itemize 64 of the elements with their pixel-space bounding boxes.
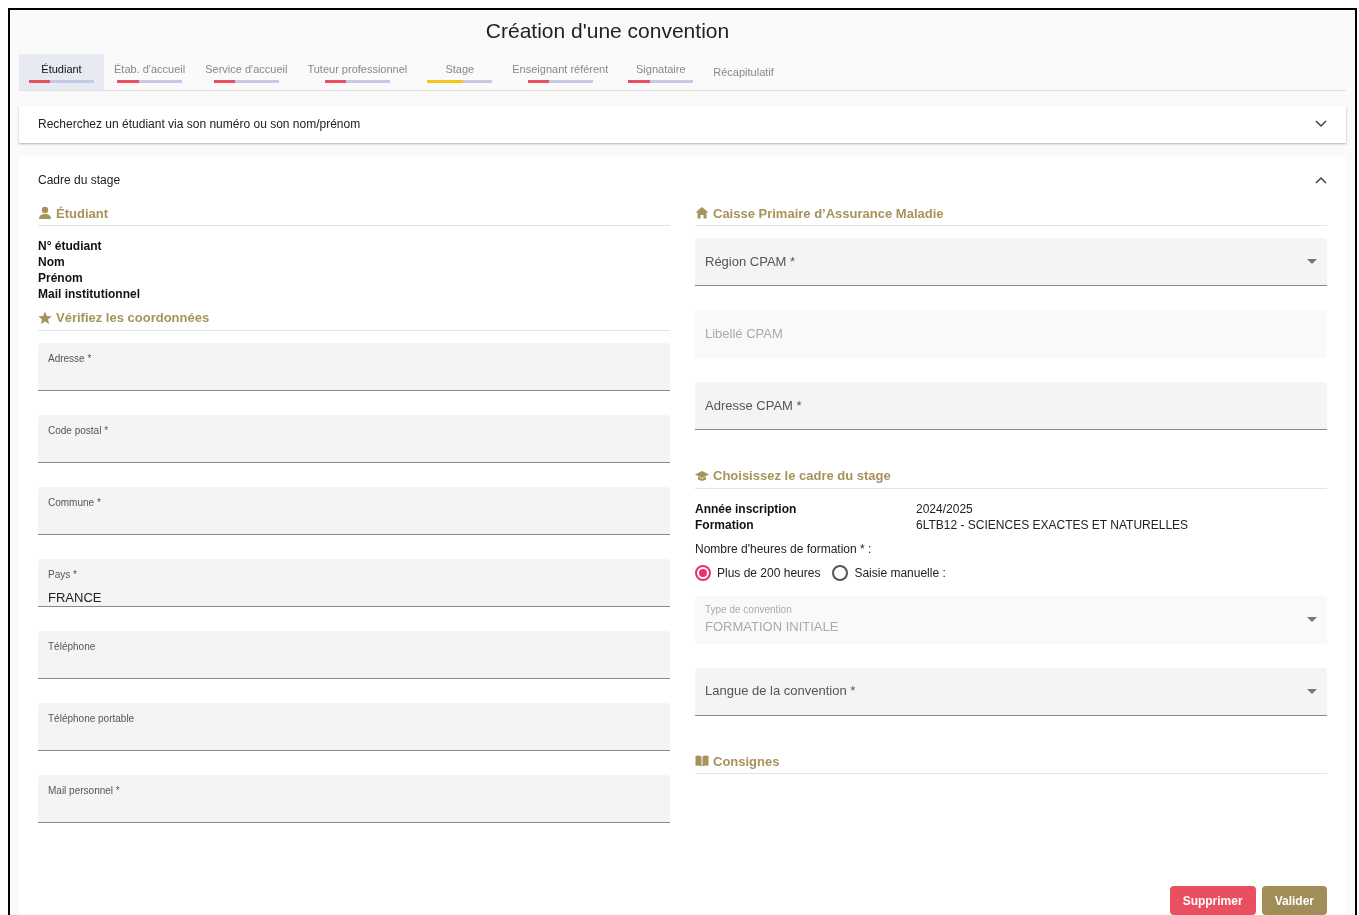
- info-label: Année inscription: [695, 500, 798, 517]
- book-icon: [695, 754, 709, 769]
- select-field[interactable]: Langue de la convention *: [695, 667, 1327, 716]
- search-panel[interactable]: Recherchez un étudiant via son numéro ou son nom/prénom: [19, 105, 1346, 143]
- field-label: Téléphone portable: [48, 711, 136, 726]
- field-value: FORMATION INITIALE: [705, 618, 839, 637]
- step-tab[interactable]: Étab. d'accueil: [104, 54, 196, 90]
- field-value: FRANCE: [48, 588, 103, 607]
- radio-option[interactable]: Plus de 200 heures: [695, 563, 821, 582]
- step-tab[interactable]: Tuteur professionnel: [297, 54, 418, 90]
- chevron-down-icon: [1315, 120, 1327, 129]
- info-value: 2024/2025: [916, 500, 973, 517]
- info-label: Prénom: [38, 270, 84, 286]
- field-label: Langue de la convention *: [705, 682, 856, 701]
- step-tab[interactable]: Enseignant référent: [502, 54, 619, 90]
- caret-icon: [1307, 259, 1317, 264]
- house-icon: [695, 206, 709, 221]
- input-field[interactable]: Code postal *: [38, 414, 670, 463]
- star-icon: [38, 310, 52, 325]
- field-label: Pays *: [48, 567, 78, 582]
- field-label: Adresse CPAM *: [705, 396, 802, 415]
- info-label: N° étudiant: [38, 238, 103, 254]
- section-heading: Vérifiez les coordonnées: [56, 309, 210, 327]
- info-value: 6LTB12 - SCIENCES EXACTES ET NATURELLES: [916, 516, 1189, 533]
- field-label: Code postal *: [48, 423, 110, 438]
- radio-button[interactable]: [695, 564, 711, 581]
- section-heading: Choisissez le cadre du stage: [713, 467, 891, 485]
- delete-button[interactable]: Supprimer: [1169, 886, 1256, 915]
- section-heading: Consignes: [713, 752, 780, 771]
- caret-icon: [1307, 688, 1317, 694]
- input-field[interactable]: Commune *: [38, 486, 670, 535]
- info-label: Nom: [38, 254, 66, 270]
- input-field[interactable]: Pays * FRANCE: [38, 558, 670, 607]
- input-field[interactable]: Téléphone: [38, 630, 670, 679]
- field-label: Commune *: [48, 495, 102, 510]
- field-label: Libellé CPAM: [705, 325, 783, 344]
- radio-button[interactable]: [832, 564, 849, 581]
- input-field[interactable]: Adresse CPAM *: [695, 382, 1327, 430]
- select-field[interactable]: Région CPAM *: [695, 238, 1327, 286]
- graduation-cap-icon: [695, 468, 709, 483]
- page-title: Création d'une convention: [484, 18, 731, 44]
- chevron-up-icon: [1315, 175, 1327, 184]
- field-label: Téléphone: [48, 639, 97, 654]
- field-label: Adresse *: [48, 351, 93, 366]
- caret-icon: [1307, 617, 1317, 622]
- step-tab[interactable]: Étudiant: [19, 54, 104, 90]
- radio-group-label: Nombre d'heures de formation * :: [695, 540, 873, 558]
- input-field[interactable]: Mail personnel *: [38, 774, 670, 823]
- field-label: Type de convention: [705, 603, 793, 618]
- field-label: Mail personnel *: [48, 783, 121, 798]
- step-tab[interactable]: Récapitulatif: [703, 54, 784, 90]
- field-label: Région CPAM *: [705, 252, 796, 271]
- step-tab[interactable]: Signataire: [618, 54, 704, 90]
- info-label: Formation: [695, 516, 755, 533]
- section-heading: Étudiant: [56, 204, 108, 223]
- radio-option[interactable]: Saisie manuelle :: [832, 563, 946, 582]
- panel-header[interactable]: Cadre du stage: [38, 155, 1327, 204]
- person-icon: [38, 206, 52, 221]
- info-label: Mail institutionnel: [38, 286, 141, 302]
- input-field[interactable]: Téléphone portable: [38, 702, 670, 751]
- step-tab[interactable]: Service d'accueil: [195, 54, 298, 90]
- step-tab[interactable]: Stage: [417, 54, 503, 90]
- input-field[interactable]: Adresse *: [38, 342, 670, 391]
- section-heading: Caisse Primaire d’Assurance Maladie: [713, 204, 944, 223]
